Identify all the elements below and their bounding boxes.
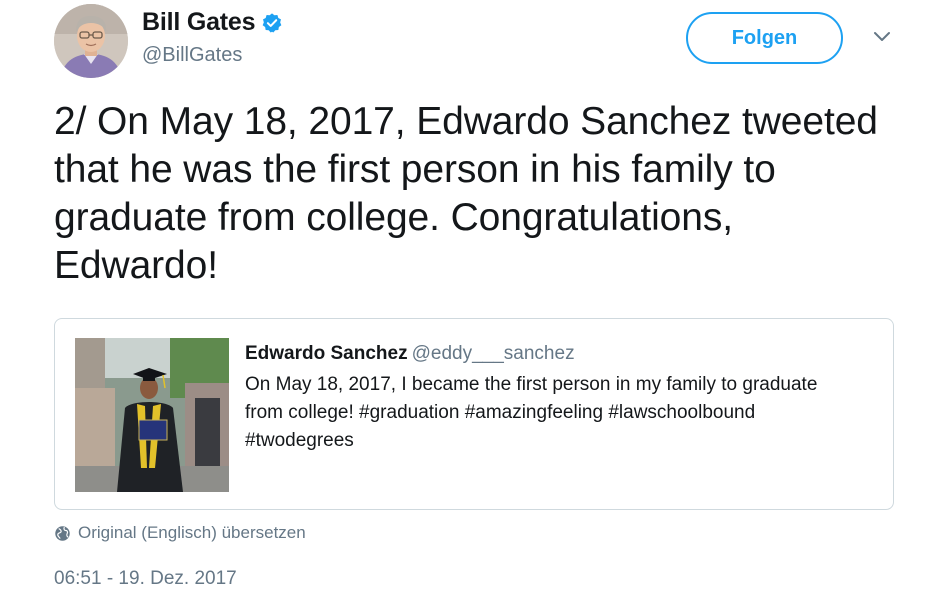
author-name-row[interactable]: Bill Gates bbox=[142, 8, 283, 37]
chevron-down-icon[interactable] bbox=[872, 30, 892, 44]
translate-tweet-link[interactable]: Original (Englisch) übersetzen bbox=[54, 523, 306, 543]
avatar[interactable] bbox=[54, 4, 128, 78]
tweet-card: Bill Gates @BillGates Folgen 2/ On May 1… bbox=[0, 0, 940, 610]
author-handle[interactable]: @BillGates bbox=[142, 44, 242, 67]
translate-label[interactable]: Original (Englisch) übersetzen bbox=[78, 523, 306, 543]
tweet-text: 2/ On May 18, 2017, Edwardo Sanchez twee… bbox=[54, 100, 878, 287]
verified-badge-icon bbox=[262, 12, 282, 33]
quoted-tweet-header: Edwardo Sanchez @eddy___sanchez bbox=[245, 343, 575, 365]
avatar-photo bbox=[54, 4, 128, 78]
follow-button[interactable]: Folgen bbox=[686, 12, 843, 64]
author-name[interactable]: Bill Gates bbox=[142, 8, 256, 37]
quoted-author-handle[interactable]: @eddy___sanchez bbox=[412, 343, 575, 364]
quoted-tweet-card[interactable]: Edwardo Sanchez @eddy___sanchez On May 18… bbox=[54, 318, 894, 510]
quoted-tweet-media[interactable] bbox=[75, 338, 229, 492]
quoted-tweet-text: On May 18, 2017, I became the first pers… bbox=[245, 374, 818, 451]
globe-icon bbox=[55, 525, 70, 541]
tweet-timestamp[interactable]: 06:51 - 19. Dez. 2017 bbox=[54, 568, 237, 590]
graduation-photo bbox=[75, 338, 229, 492]
quoted-author-name[interactable]: Edwardo Sanchez bbox=[245, 343, 408, 364]
